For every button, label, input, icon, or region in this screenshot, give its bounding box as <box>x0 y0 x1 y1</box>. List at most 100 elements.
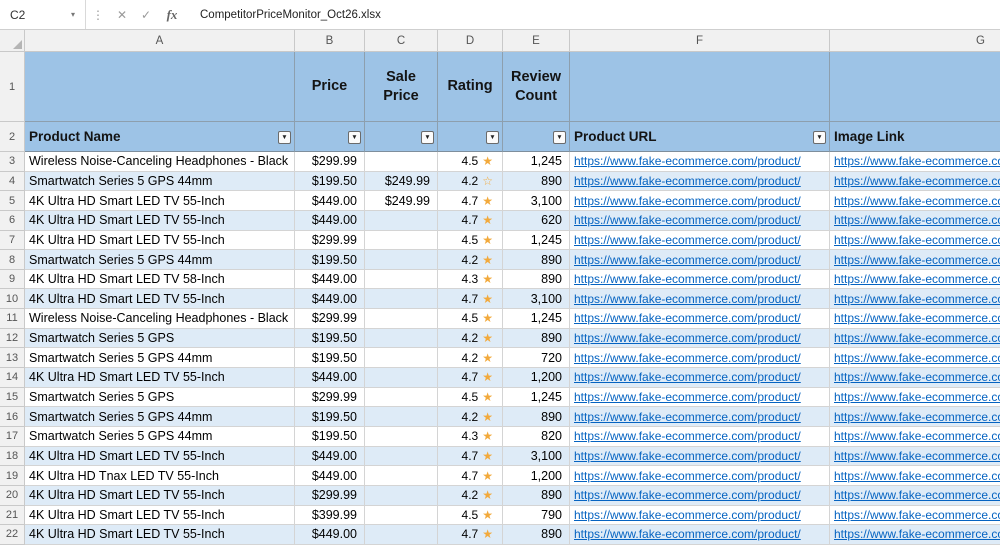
insert-function-icon[interactable]: fx <box>158 7 186 23</box>
cell-product-url[interactable]: https://www.fake-ecommerce.com/product/ <box>570 289 830 310</box>
cell-rating[interactable]: 4.2 ☆ <box>438 171 503 192</box>
cell-g1[interactable] <box>830 52 1000 122</box>
image-url-link[interactable]: https://www.fake-ecommerce.com/ <box>834 429 1000 443</box>
cell-a1[interactable] <box>25 52 295 122</box>
cell-product-url[interactable]: https://www.fake-ecommerce.com/product/ <box>570 152 830 172</box>
cell-rating[interactable]: 4.5 ★ <box>438 152 503 172</box>
row-header-9[interactable]: 9 <box>0 269 25 290</box>
name-box-dropdown-icon[interactable]: ▾ <box>71 10 75 19</box>
cell-review-count[interactable]: 890 <box>503 407 570 427</box>
image-url-link[interactable]: https://www.fake-ecommerce.com/ <box>834 410 1000 424</box>
cell-sale-price[interactable] <box>365 152 438 172</box>
product-url-link[interactable]: https://www.fake-ecommerce.com/product/ <box>574 449 801 463</box>
cell-review-count[interactable]: 790 <box>503 505 570 526</box>
cell-image-link[interactable]: https://www.fake-ecommerce.com/ <box>830 172 1000 192</box>
row-header-10[interactable]: 10 <box>0 289 25 310</box>
image-url-link[interactable]: https://www.fake-ecommerce.com/ <box>834 331 1000 345</box>
cell-price[interactable]: $199.50 <box>295 250 365 270</box>
cell-price[interactable]: $299.99 <box>295 485 365 506</box>
image-url-link[interactable]: https://www.fake-ecommerce.com/ <box>834 527 1000 541</box>
more-options-icon[interactable]: ⋮ <box>86 8 110 22</box>
cell-product-url[interactable]: https://www.fake-ecommerce.com/product/ <box>570 407 830 427</box>
cell-product-url[interactable]: https://www.fake-ecommerce.com/product/ <box>570 269 830 290</box>
product-url-link[interactable]: https://www.fake-ecommerce.com/product/ <box>574 194 801 208</box>
image-url-link[interactable]: https://www.fake-ecommerce.com/ <box>834 311 1000 325</box>
cell-product-name[interactable]: 4K Ultra HD Smart LED TV 55-Inch <box>25 191 295 211</box>
header-sale-price[interactable]: Sale Price <box>365 52 438 122</box>
cell-review-count[interactable]: 1,245 <box>503 230 570 251</box>
cell-review-count[interactable]: 1,245 <box>503 387 570 408</box>
image-url-link[interactable]: https://www.fake-ecommerce.com/ <box>834 469 1000 483</box>
product-url-link[interactable]: https://www.fake-ecommerce.com/product/ <box>574 508 801 522</box>
cell-sale-price[interactable] <box>365 328 438 349</box>
cell-review-count[interactable]: 1,200 <box>503 466 570 486</box>
cell-review-count[interactable]: 890 <box>503 171 570 192</box>
cell-price[interactable]: $399.99 <box>295 505 365 526</box>
cell-sale-price[interactable] <box>365 250 438 270</box>
row-header-22[interactable]: 22 <box>0 525 25 545</box>
row-header-16[interactable]: 16 <box>0 407 25 427</box>
cell-sale-price[interactable] <box>365 466 438 486</box>
cell-rating[interactable]: 4.7 ★ <box>438 525 503 545</box>
cell-sale-price[interactable] <box>365 210 438 231</box>
cell-product-name[interactable]: Smartwatch Series 5 GPS 44mm <box>25 171 295 192</box>
column-header-c[interactable]: C <box>365 30 438 51</box>
row-header-1[interactable]: 1 <box>0 52 25 122</box>
product-url-link[interactable]: https://www.fake-ecommerce.com/product/ <box>574 429 801 443</box>
product-url-link[interactable]: https://www.fake-ecommerce.com/product/ <box>574 154 801 168</box>
cell-image-link[interactable]: https://www.fake-ecommerce.com/ <box>830 348 1000 369</box>
cell-sale-price[interactable] <box>365 387 438 408</box>
cell-image-link[interactable]: https://www.fake-ecommerce.com/ <box>830 388 1000 408</box>
column-header-b[interactable]: B <box>295 30 365 51</box>
product-url-link[interactable]: https://www.fake-ecommerce.com/product/ <box>574 272 801 286</box>
cell-price[interactable]: $449.00 <box>295 368 365 388</box>
cell-image-link[interactable]: https://www.fake-ecommerce.com/ <box>830 270 1000 290</box>
image-url-link[interactable]: https://www.fake-ecommerce.com/ <box>834 370 1000 384</box>
cell-sale-price[interactable] <box>365 269 438 290</box>
column-header-g[interactable]: G <box>830 30 1000 51</box>
cell-product-name[interactable]: Smartwatch Series 5 GPS 44mm <box>25 250 295 270</box>
cell-e2[interactable]: ▼ <box>503 122 570 152</box>
column-header-e[interactable]: E <box>503 30 570 51</box>
cell-sale-price[interactable] <box>365 309 438 329</box>
cell-product-name[interactable]: 4K Ultra HD Smart LED TV 55-Inch <box>25 505 295 526</box>
row-header-5[interactable]: 5 <box>0 191 25 211</box>
product-url-link[interactable]: https://www.fake-ecommerce.com/product/ <box>574 527 801 541</box>
cell-product-url[interactable]: https://www.fake-ecommerce.com/product/ <box>570 525 830 545</box>
cell-sale-price[interactable] <box>365 407 438 427</box>
cell-rating[interactable]: 4.5 ★ <box>438 230 503 251</box>
select-all-corner[interactable] <box>0 30 25 51</box>
cell-image-link[interactable]: https://www.fake-ecommerce.com/ <box>830 525 1000 545</box>
cell-product-name[interactable]: 4K Ultra HD Smart LED TV 55-Inch <box>25 446 295 467</box>
cell-review-count[interactable]: 3,100 <box>503 289 570 310</box>
cell-price[interactable]: $449.00 <box>295 525 365 545</box>
row-header-21[interactable]: 21 <box>0 505 25 526</box>
cell-image-link[interactable]: https://www.fake-ecommerce.com/ <box>830 152 1000 172</box>
row-header-8[interactable]: 8 <box>0 250 25 270</box>
cell-review-count[interactable]: 820 <box>503 426 570 447</box>
product-url-link[interactable]: https://www.fake-ecommerce.com/product/ <box>574 292 801 306</box>
image-url-link[interactable]: https://www.fake-ecommerce.com/ <box>834 292 1000 306</box>
cell-rating[interactable]: 4.5 ★ <box>438 505 503 526</box>
row-header-17[interactable]: 17 <box>0 426 25 447</box>
cell-product-url[interactable]: https://www.fake-ecommerce.com/product/ <box>570 191 830 211</box>
cell-c2-selected[interactable]: ▼ <box>365 122 438 152</box>
confirm-entry-icon[interactable]: ✓ <box>134 8 158 22</box>
image-url-link[interactable]: https://www.fake-ecommerce.com/ <box>834 449 1000 463</box>
product-url-link[interactable]: https://www.fake-ecommerce.com/product/ <box>574 331 801 345</box>
cell-sale-price[interactable] <box>365 230 438 251</box>
cell-price[interactable]: $449.00 <box>295 446 365 467</box>
cell-rating[interactable]: 4.3 ★ <box>438 426 503 447</box>
product-url-link[interactable]: https://www.fake-ecommerce.com/product/ <box>574 253 801 267</box>
cell-rating[interactable]: 4.3 ★ <box>438 269 503 290</box>
cell-product-url[interactable]: https://www.fake-ecommerce.com/product/ <box>570 309 830 329</box>
cell-product-name[interactable]: 4K Ultra HD Smart LED TV 55-Inch <box>25 368 295 388</box>
cell-price[interactable]: $299.99 <box>295 152 365 172</box>
cell-product-name[interactable]: Wireless Noise-Canceling Headphones - Bl… <box>25 309 295 329</box>
cell-rating[interactable]: 4.2 ★ <box>438 348 503 369</box>
filter-button-price[interactable]: ▼ <box>348 131 361 144</box>
image-url-link[interactable]: https://www.fake-ecommerce.com/ <box>834 351 1000 365</box>
cell-rating[interactable]: 4.7 ★ <box>438 446 503 467</box>
cell-rating[interactable]: 4.2 ★ <box>438 485 503 506</box>
cell-d2[interactable]: ▼ <box>438 122 503 152</box>
